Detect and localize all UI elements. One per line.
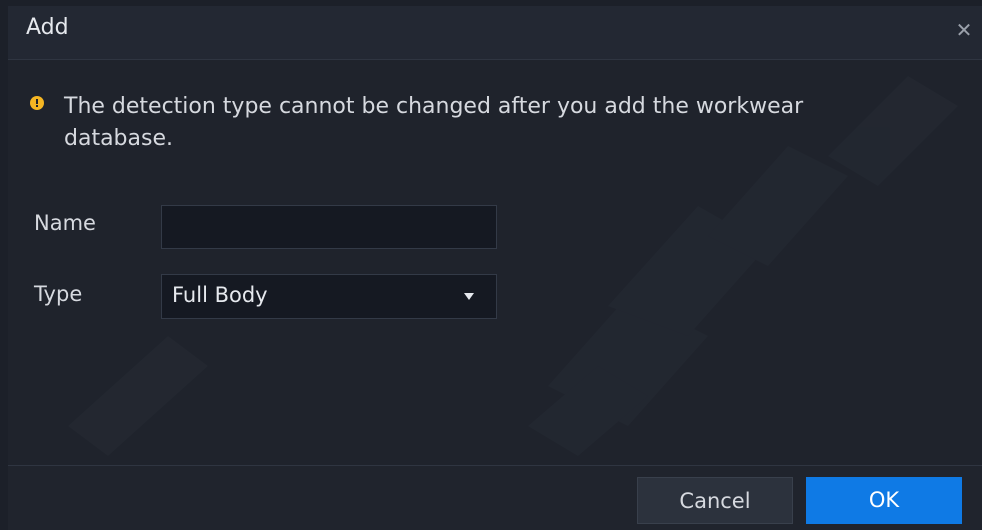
name-input[interactable]	[161, 205, 497, 249]
type-select[interactable]: Full Body	[161, 274, 497, 319]
cancel-button[interactable]: Cancel	[637, 477, 793, 524]
notice-text: The detection type cannot be changed aft…	[64, 94, 804, 151]
title-bar: Add ✕	[8, 6, 982, 59]
type-label: Type	[34, 282, 83, 306]
dialog-title: Add	[26, 15, 69, 40]
warning-icon	[30, 96, 44, 110]
title-divider	[8, 59, 982, 60]
ok-button[interactable]: OK	[806, 477, 962, 524]
close-icon[interactable]: ✕	[952, 18, 976, 42]
chevron-down-icon	[464, 293, 474, 300]
type-select-value: Full Body	[172, 283, 268, 307]
background-decoration	[68, 76, 958, 456]
add-dialog: Add ✕ The detection type cannot be chang…	[8, 6, 982, 530]
name-label: Name	[34, 211, 96, 235]
